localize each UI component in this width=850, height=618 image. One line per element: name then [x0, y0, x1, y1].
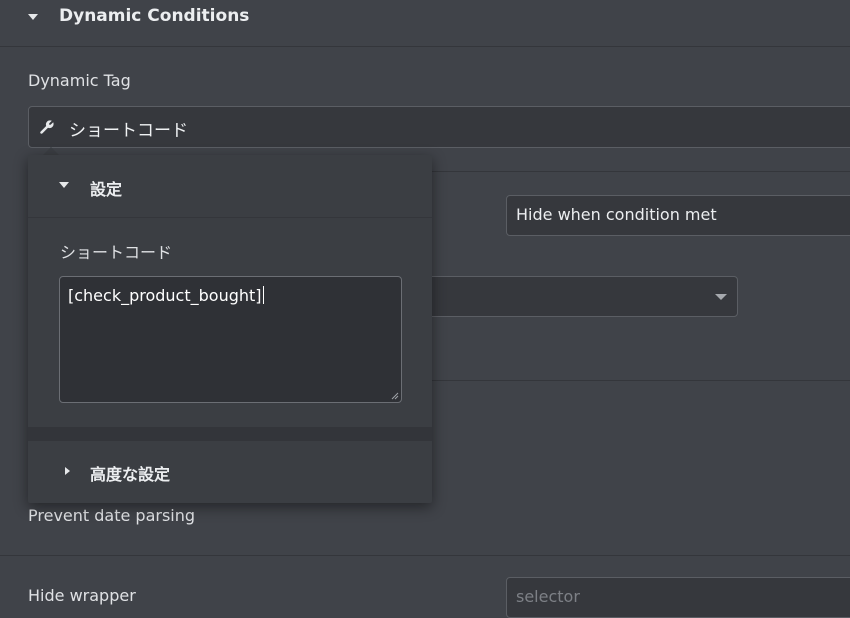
dynamic-tag-label: Dynamic Tag — [28, 71, 131, 90]
settings-header: 設定 — [90, 180, 123, 199]
caret-right-icon — [65, 467, 70, 475]
divider — [432, 380, 850, 381]
dynamic-tag-settings-popover: 設定 ショートコード [check_product_bought] 高度な設定 — [28, 155, 432, 503]
hide-wrapper-label: Hide wrapper — [28, 586, 136, 605]
chevron-down-icon — [715, 294, 727, 300]
advanced-header: 高度な設定 — [90, 465, 171, 484]
settings-section-header[interactable]: 設定 — [28, 155, 432, 218]
resize-grip-icon[interactable] — [391, 392, 399, 400]
dynamic-tag-value: ショートコード — [69, 121, 188, 141]
section-header-dynamic-conditions[interactable]: Dynamic Conditions — [0, 0, 850, 47]
shortcode-label: ショートコード — [60, 243, 173, 262]
prevent-date-parsing-label: Prevent date parsing — [28, 506, 196, 525]
condition-action-select[interactable]: Hide when condition met — [506, 195, 850, 236]
popover-separator — [28, 427, 432, 441]
shortcode-textarea[interactable]: [check_product_bought] — [59, 276, 402, 403]
hide-wrapper-placeholder: selector — [516, 587, 580, 606]
condition-action-value: Hide when condition met — [516, 205, 717, 224]
wrench-icon — [40, 120, 54, 134]
shortcode-text: [check_product_bought] — [68, 286, 264, 305]
divider — [432, 171, 850, 172]
caret-down-icon — [59, 182, 69, 188]
section-title: Dynamic Conditions — [59, 6, 250, 26]
divider — [0, 555, 850, 556]
condition-select[interactable] — [380, 276, 738, 317]
hide-wrapper-input[interactable]: selector — [506, 577, 850, 618]
dynamic-tag-field[interactable]: ショートコード — [28, 106, 850, 148]
advanced-section-header[interactable]: 高度な設定 — [28, 441, 432, 503]
caret-down-icon — [28, 14, 38, 20]
